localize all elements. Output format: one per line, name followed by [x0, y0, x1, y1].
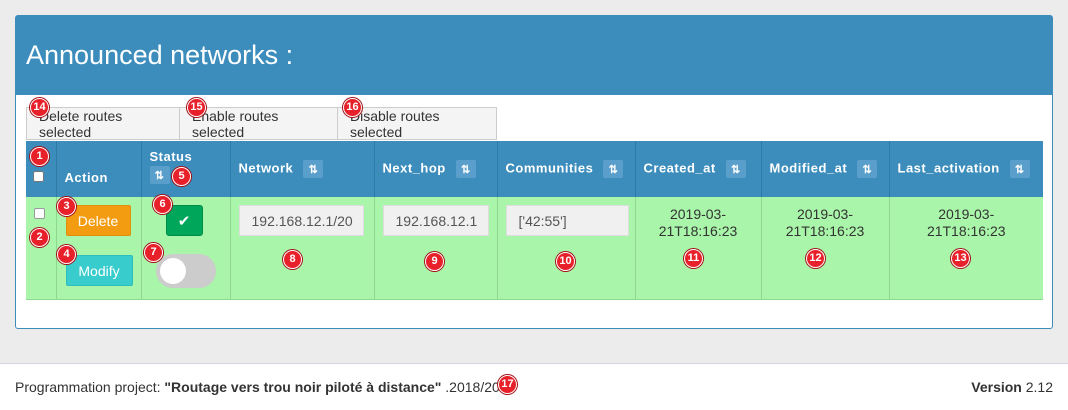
modified-at-value: 2019-03- 21T18:16:23: [762, 206, 889, 240]
sort-icon[interactable]: ⇅: [455, 160, 476, 178]
version-number: 2.12: [1021, 379, 1053, 395]
check-icon: ✔: [177, 212, 191, 230]
communities-header-label: Communities: [505, 160, 594, 176]
modified-at-header-label: Modified_at: [769, 160, 848, 176]
annotation-marker-5: 5: [172, 167, 191, 186]
toggle-knob: [159, 258, 186, 284]
last-activation-date: 2019-03-: [938, 206, 995, 222]
delete-selected-button[interactable]: Delete routes selected: [26, 107, 180, 140]
annotation-marker-2: 2: [30, 228, 49, 247]
row-select-cell: [26, 197, 57, 300]
annotation-marker-13: 13: [951, 249, 970, 268]
annotation-marker-15: 15: [187, 98, 206, 117]
panel-title: Announced networks :: [16, 16, 1052, 95]
action-header-label: Action: [64, 169, 108, 185]
sort-icon[interactable]: ⇅: [1009, 160, 1030, 178]
row-communities-cell: ['42:55']: [497, 197, 636, 300]
sort-icon[interactable]: ⇅: [725, 160, 746, 178]
communities-field[interactable]: ['42:55']: [505, 205, 629, 236]
network-header-label: Network: [238, 160, 294, 176]
annotation-marker-14: 14: [30, 98, 49, 117]
version-label: Version: [971, 379, 1022, 395]
delete-selected-label: Delete routes selected: [39, 107, 123, 140]
annotation-marker-6: 6: [153, 195, 172, 214]
created-at-header-label: Created_at: [643, 160, 716, 176]
annotation-marker-4: 4: [57, 245, 76, 264]
sort-icon[interactable]: ⇅: [149, 166, 170, 184]
action-header: Action: [56, 141, 142, 197]
row-last-activation-cell: 2019-03- 21T18:16:23: [889, 197, 1044, 300]
bulk-actions-bar: Delete routes selected Enable routes sel…: [26, 107, 497, 140]
annotation-marker-10: 10: [556, 252, 575, 271]
row-next-hop-cell: 192.168.12.1: [374, 197, 498, 300]
next-hop-field[interactable]: 192.168.12.1: [382, 205, 489, 236]
annotation-marker-3: 3: [57, 197, 76, 216]
select-all-checkbox[interactable]: [33, 171, 44, 182]
apply-status-button[interactable]: ✔: [165, 205, 203, 236]
row-select-checkbox[interactable]: [34, 208, 45, 219]
status-toggle[interactable]: [155, 254, 216, 288]
row-network-cell: 192.168.12.1/20: [230, 197, 375, 300]
last-activation-value: 2019-03- 21T18:16:23: [890, 206, 1044, 240]
last-activation-header[interactable]: Last_activation ⇅: [889, 141, 1043, 197]
disable-selected-button[interactable]: Disable routes selected: [337, 107, 497, 140]
table-row: Delete Modify ✔ 192.168.12.1/20 192.168.…: [26, 197, 1044, 300]
annotation-marker-12: 12: [806, 249, 825, 268]
annotation-marker-7: 7: [144, 243, 163, 262]
created-at-value: 2019-03- 21T18:16:23: [636, 206, 761, 240]
annotation-marker-9: 9: [425, 252, 444, 271]
annotation-marker-16: 16: [343, 98, 362, 117]
modify-button[interactable]: Modify: [65, 255, 133, 286]
last-activation-time: 21T18:16:23: [926, 223, 1006, 239]
enable-selected-label: Enable routes selected: [192, 107, 279, 140]
row-modified-at-cell: 2019-03- 21T18:16:23: [761, 197, 890, 300]
routes-table: Action Status ⇅ Network ⇅ Next_hop ⇅ Com…: [26, 141, 1043, 300]
version-info: Version 2.12: [971, 379, 1053, 395]
footer-project-name: "Routage vers trou noir piloté à distanc…: [164, 379, 442, 395]
annotation-marker-1: 1: [30, 147, 49, 166]
row-created-at-cell: 2019-03- 21T18:16:23: [635, 197, 762, 300]
annotation-marker-11: 11: [684, 249, 703, 268]
modified-at-header[interactable]: Modified_at ⇅: [761, 141, 890, 197]
created-at-date: 2019-03-: [669, 206, 727, 222]
modified-at-time: 21T18:16:23: [785, 223, 865, 239]
created-at-time: 21T18:16:23: [658, 223, 738, 239]
sort-icon[interactable]: ⇅: [603, 160, 624, 178]
last-activation-header-label: Last_activation: [897, 160, 1000, 176]
next-hop-header-label: Next_hop: [382, 160, 446, 176]
announced-networks-panel: Announced networks : Delete routes selec…: [15, 15, 1053, 329]
disable-selected-label: Disable routes selected: [350, 107, 440, 140]
next-hop-header[interactable]: Next_hop ⇅: [374, 141, 498, 197]
status-header-label: Status: [149, 149, 193, 164]
communities-header[interactable]: Communities ⇅: [497, 141, 636, 197]
sort-icon[interactable]: ⇅: [857, 160, 878, 178]
page-footer: Programmation project: "Routage vers tro…: [0, 363, 1068, 410]
footer-prefix: Programmation project:: [15, 379, 165, 395]
annotation-marker-17: 17: [498, 375, 517, 394]
network-header[interactable]: Network ⇅: [230, 141, 375, 197]
network-field[interactable]: 192.168.12.1/20: [238, 205, 364, 236]
modified-at-date: 2019-03-: [796, 206, 854, 222]
sort-icon[interactable]: ⇅: [303, 160, 324, 178]
created-at-header[interactable]: Created_at ⇅: [635, 141, 762, 197]
annotation-marker-8: 8: [283, 250, 302, 269]
